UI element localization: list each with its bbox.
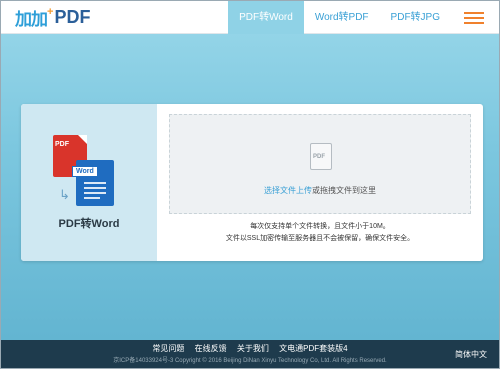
top-header: 加加 + PDF PDF转Word Word转PDF PDF转JPG bbox=[1, 1, 499, 34]
document-outline-icon: PDF bbox=[310, 143, 332, 170]
drop-hint: 或拖拽文件到这里 bbox=[312, 186, 376, 195]
pdf-tag: PDF bbox=[55, 141, 69, 148]
language-selector[interactable]: 简体中文 bbox=[455, 349, 487, 360]
word-file-icon: Word bbox=[72, 160, 114, 206]
logo-text: PDF bbox=[54, 6, 91, 27]
logo-plus: + bbox=[47, 6, 54, 18]
word-tag: Word bbox=[72, 166, 98, 177]
converter-title: PDF转Word bbox=[58, 218, 120, 230]
converter-panel: PDF Word ↳ PDF转Word PDF 选择文件上传或拖拽文件到这里 每… bbox=[21, 104, 483, 261]
file-dropzone[interactable]: PDF 选择文件上传或拖拽文件到这里 bbox=[169, 114, 471, 214]
nav-pdf-to-word[interactable]: PDF转Word bbox=[228, 1, 304, 34]
hamburger-menu-icon[interactable] bbox=[451, 1, 499, 34]
dropzone-text: 选择文件上传或拖拽文件到这里 bbox=[170, 185, 470, 196]
site-footer: 常见问题 在线反馈 关于我们 文电通PDF套装版4 京ICP备14033924号… bbox=[1, 340, 499, 368]
app-frame: 加加 + PDF PDF转Word Word转PDF PDF转JPG PDF W… bbox=[0, 0, 500, 369]
convert-arrow-icon: ↳ bbox=[59, 187, 70, 202]
drop-doc-tag: PDF bbox=[313, 154, 325, 160]
select-file-link[interactable]: 选择文件上传 bbox=[264, 186, 312, 195]
nav-pdf-to-jpg[interactable]: PDF转JPG bbox=[380, 1, 451, 34]
main-nav: PDF转Word Word转PDF PDF转JPG bbox=[228, 1, 499, 34]
logo-mark: 加加 bbox=[15, 9, 48, 29]
footer-link-faq[interactable]: 常见问题 bbox=[152, 344, 184, 353]
converter-sidebar: PDF Word ↳ PDF转Word bbox=[21, 104, 157, 261]
copyright-text: 京ICP备14033924号-3 Copyright © 2016 Beijin… bbox=[113, 358, 387, 364]
footer-links: 常见问题 在线反馈 关于我们 文电通PDF套装版4 bbox=[1, 343, 499, 354]
site-logo[interactable]: 加加 + PDF bbox=[15, 6, 91, 29]
upload-note-line2: 文件以SSL加密传输至服务器且不会被保留，确保文件安全。 bbox=[225, 235, 415, 242]
footer-link-about[interactable]: 关于我们 bbox=[237, 344, 269, 353]
footer-link-product[interactable]: 文电通PDF套装版4 bbox=[279, 344, 347, 353]
footer-link-feedback[interactable]: 在线反馈 bbox=[195, 344, 227, 353]
upload-note-line1: 每次仅支持单个文件转换，且文件小于10M。 bbox=[250, 223, 390, 230]
nav-word-to-pdf[interactable]: Word转PDF bbox=[304, 1, 380, 34]
